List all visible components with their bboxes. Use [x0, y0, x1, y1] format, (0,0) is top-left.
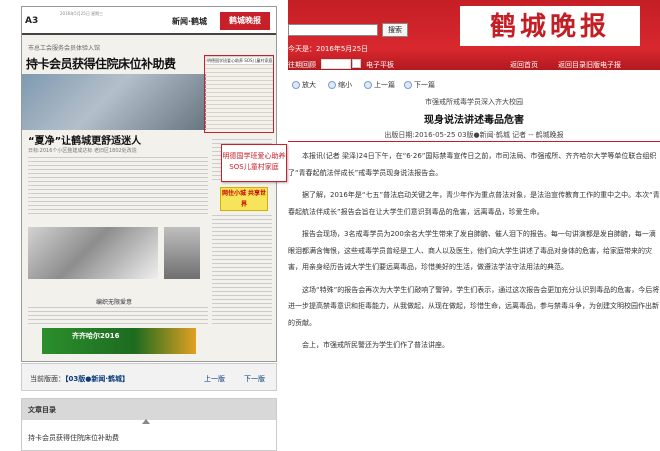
- page-section: 新闻·鹤城: [172, 17, 208, 26]
- next-icon: [404, 81, 412, 89]
- today-date: 今天是：2016年5月25日: [288, 45, 369, 53]
- site-logo: 鹤城晚报: [460, 6, 640, 46]
- photo-caption: 编织无限爱意: [96, 299, 133, 306]
- article-title: 现身说法讲述毒品危害: [424, 115, 524, 126]
- calendar-icon[interactable]: [352, 59, 361, 68]
- page-logo: 鹤城晚报: [220, 12, 270, 30]
- newspaper-page-image[interactable]: A3 2016年5月25日 星期三 新闻·鹤城 鹤城晚报 市总工会服务会员体验入…: [21, 6, 277, 362]
- article-toolbar: 放大 缩小 上一篇 下一篇: [288, 80, 660, 92]
- toc-title: 文章目录: [22, 399, 276, 420]
- advert-banner: 齐齐哈尔2016: [42, 328, 196, 354]
- archive-label: 往期回顾: [288, 61, 316, 69]
- prev-article-button[interactable]: 上一篇: [364, 80, 395, 90]
- site-header: 搜索 鹤城晚报 今天是：2016年5月25日 往期回顾 电子平板 返回首页 返回…: [288, 0, 660, 70]
- current-page-value: 【03版●新闻·鹤城】: [65, 375, 130, 383]
- toc-item[interactable]: 持卡会员获得住院床位补助费: [28, 433, 119, 443]
- home-link[interactable]: 返回首页: [510, 60, 538, 70]
- story-headline-2[interactable]: “夏净”让鹤城更舒适迷人: [28, 132, 141, 147]
- page-number: A3: [25, 16, 39, 26]
- article-paragraph: 据了解，2016年是“七五”普法启动关键之年，青少年作为重点普法对象，是法治宣传…: [288, 191, 660, 216]
- story-photo-2: [28, 227, 158, 279]
- story-photo: [22, 74, 206, 130]
- current-page-label: 当前版面：【03版●新闻·鹤城】: [30, 375, 130, 383]
- electronic-edition-link[interactable]: 电子平板: [366, 60, 394, 70]
- collapse-arrow-icon[interactable]: [142, 419, 150, 424]
- article-meta: 出版日期:2016-05-25 03版●新闻·鹤城 记者 -- 鹤城晚报: [384, 131, 564, 139]
- page-date: 2016年5月25日 星期三: [60, 11, 104, 16]
- prev-page-link[interactable]: 上一版: [204, 374, 225, 384]
- page-header: A3 2016年5月25日 星期三 新闻·鹤城 鹤城晚报: [22, 7, 276, 35]
- nav-row: 往期回顾 电子平板 返回首页 返回目录旧版电子报: [288, 59, 660, 70]
- highlighted-article-region[interactable]: 明德国学班爱心助养 SOS儿童村家庭: [204, 55, 274, 133]
- next-article-button[interactable]: 下一篇: [404, 80, 435, 90]
- story-kicker: 市总工会服务会员体验入馆: [28, 45, 101, 52]
- article-tooltip[interactable]: 明德国学班爱心助养SOS儿童村家庭: [221, 144, 287, 182]
- zoom-out-button[interactable]: 缩小: [328, 80, 352, 90]
- story-photo-3: [164, 227, 200, 279]
- story-subhead-2: 日标:2016个小区整建成达标 老旧区1802处改造: [28, 148, 137, 154]
- article-paragraph: 会上，市强戒所民警还为学生们作了普法讲座。: [302, 341, 449, 349]
- article-body: 本报讯(记者 梁泽)24日下午，在“6·26”国际禁毒宣传日之前，市司法局、市强…: [288, 148, 660, 360]
- zoom-out-icon: [328, 81, 336, 89]
- prev-icon: [364, 81, 372, 89]
- archive-date-input[interactable]: [321, 59, 351, 69]
- back-to-toc-link[interactable]: 返回目录旧版电子报: [558, 60, 621, 70]
- article-paragraph: 本报讯(记者 梁泽)24日下午，在“6·26”国际禁毒宣传日之前，市司法局、市强…: [288, 152, 657, 177]
- search-input[interactable]: [288, 24, 378, 36]
- zoom-in-button[interactable]: 放大: [292, 80, 316, 90]
- divider: [288, 141, 660, 142]
- article-panel: 搜索 鹤城晚报 今天是：2016年5月25日 往期回顾 电子平板 返回首页 返回…: [288, 0, 660, 451]
- page-navigator: 当前版面：【03版●新闻·鹤城】 上一版 下一版: [21, 363, 277, 391]
- next-page-link[interactable]: 下一版: [244, 374, 265, 384]
- column-text: [28, 307, 208, 325]
- article-paragraph: 这场“特殊”的报告会再次为大学生们敲响了警钟，学生们表示，通过这次报告会更加充分…: [288, 285, 660, 327]
- newspaper-panel: A3 2016年5月25日 星期三 新闻·鹤城 鹤城晚报 市总工会服务会员体验入…: [21, 0, 277, 451]
- search-button[interactable]: 搜索: [382, 23, 408, 37]
- article-kicker: 市强戒所戒毒学员深入齐大校园: [425, 98, 523, 106]
- column-text: [28, 157, 208, 217]
- advert-box: 网住小城 共享世界: [220, 187, 268, 211]
- column-text: [212, 215, 272, 325]
- highlighted-article-title: 明德国学班爱心助养 SOS儿童村家庭: [207, 58, 273, 64]
- article-paragraph: 报告会现场，3名戒毒学员为200余名大学生带来了发自肺腑、催人泪下的报告。每一句…: [288, 230, 656, 271]
- story-headline[interactable]: 持卡会员获得住院床位补助费: [26, 55, 176, 72]
- zoom-in-icon: [292, 81, 300, 89]
- article-toc: 文章目录 持卡会员获得住院床位补助费: [21, 398, 277, 451]
